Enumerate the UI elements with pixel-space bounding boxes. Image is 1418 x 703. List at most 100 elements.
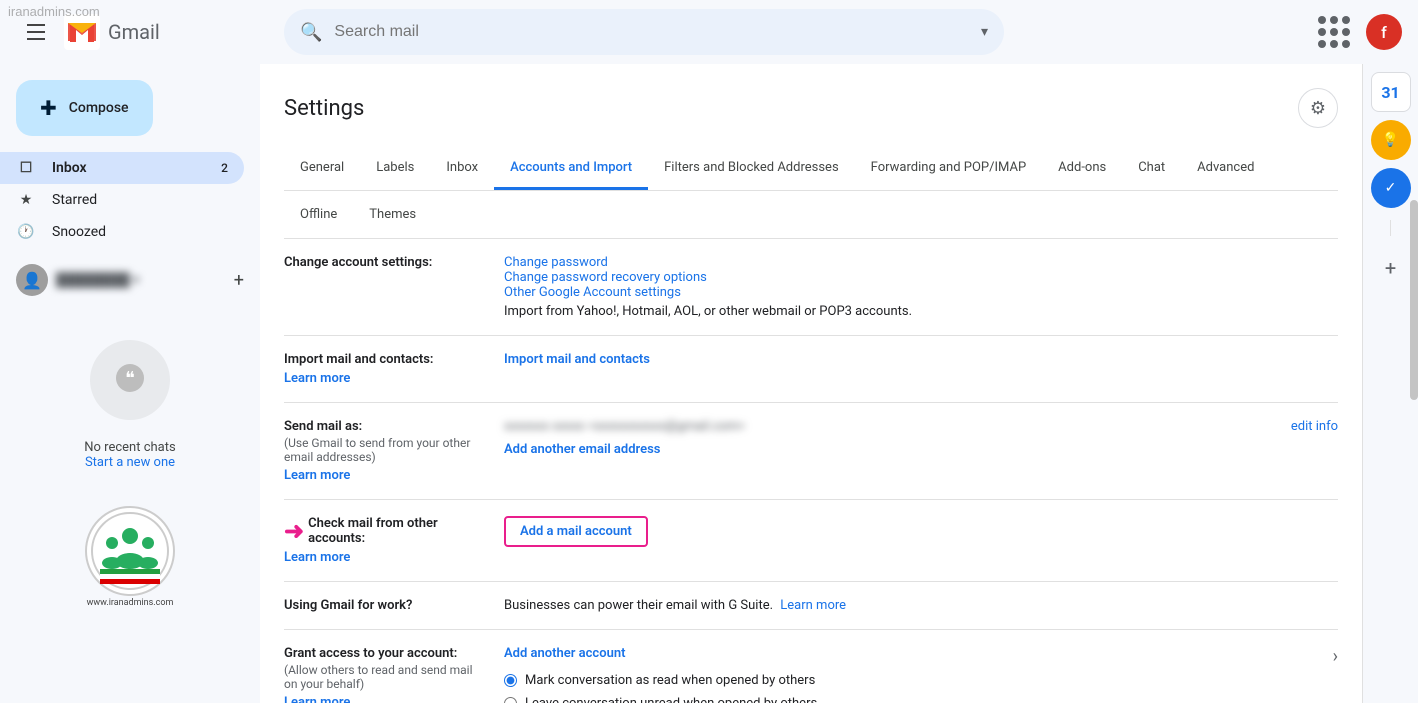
tab-general[interactable]: General	[284, 148, 360, 190]
search-bar[interactable]: 🔍 ▾	[284, 9, 1004, 55]
settings-title-row: Settings ⚙	[284, 88, 1338, 128]
compose-button[interactable]: ✚ Compose	[16, 80, 153, 136]
search-dropdown-icon[interactable]: ▾	[981, 24, 988, 40]
no-chats-text: No recent chats Start a new one	[16, 440, 244, 470]
sidebar-item-snoozed[interactable]: 🕐 Snoozed	[0, 216, 244, 248]
start-new-chat-link[interactable]: Start a new one	[85, 455, 175, 470]
settings-tabs: General Labels Inbox Accounts and Import…	[284, 148, 1338, 191]
gmail-logo-icon	[64, 14, 100, 50]
tab-labels[interactable]: Labels	[360, 148, 430, 190]
gear-icon: ⚙	[1310, 98, 1326, 119]
sidebar-item-starred[interactable]: ★ Starred	[0, 184, 244, 216]
tab-addons[interactable]: Add-ons	[1042, 148, 1122, 190]
radio-leave-unread[interactable]: Leave conversation unread when opened by…	[504, 696, 1317, 703]
chevron-right-icon: ›	[1333, 646, 1338, 667]
tab-accounts-import[interactable]: Accounts and Import	[494, 148, 648, 190]
topbar: Gmail 🔍 ▾ f	[0, 0, 1418, 64]
gmail-work-learn-more-link[interactable]: Learn more	[780, 598, 846, 613]
pink-arrow-icon: ➜	[284, 517, 304, 545]
other-google-link[interactable]: Other Google Account settings	[504, 285, 681, 300]
settings-gear-button[interactable]: ⚙	[1298, 88, 1338, 128]
radio-mark-read-label: Mark conversation as read when opened by…	[525, 673, 815, 688]
search-input[interactable]	[334, 23, 969, 41]
add-email-link[interactable]: Add another email address	[504, 442, 660, 457]
chat-section: ❝ No recent chats Start a new one	[0, 304, 260, 486]
radio-mark-read[interactable]: Mark conversation as read when opened by…	[504, 673, 1317, 688]
import-label: Import mail and contacts: Learn more	[284, 352, 504, 386]
hamburger-menu[interactable]	[16, 12, 56, 52]
account-avatar-icon: 👤	[22, 271, 42, 290]
radio-mark-read-input[interactable]	[504, 674, 517, 687]
divider	[1390, 220, 1391, 236]
tab-chat[interactable]: Chat	[1122, 148, 1181, 190]
sidebar-item-inbox[interactable]: ☐ Inbox 2	[0, 152, 244, 184]
compose-plus-icon: ✚	[40, 96, 57, 120]
account-label: ████████ ▾	[56, 272, 139, 288]
subtab-offline[interactable]: Offline	[284, 199, 353, 230]
add-mail-account-button[interactable]: Add a mail account	[504, 516, 648, 547]
grant-access-learn-more-link[interactable]: Learn more	[284, 695, 488, 703]
change-password-link[interactable]: Change password	[504, 255, 608, 270]
no-chats-icon: ❝	[90, 340, 170, 420]
starred-label: Starred	[52, 192, 228, 208]
check-mail-learn-more-link[interactable]: Learn more	[284, 550, 488, 565]
keep-icon[interactable]: ✓	[1371, 168, 1411, 208]
settings-container: Settings ⚙ General Labels Inbox Accounts…	[260, 64, 1362, 703]
topbar-left: Gmail	[16, 12, 276, 52]
import-description: Import from Yahoo!, Hotmail, AOL, or oth…	[504, 304, 1338, 319]
apps-grid-icon[interactable]	[1314, 12, 1354, 52]
radio-leave-unread-input[interactable]	[504, 697, 517, 703]
iranadmins-logo-svg	[90, 511, 170, 591]
import-mail-contacts-link[interactable]: Import mail and contacts	[504, 352, 650, 367]
inbox-count: 2	[221, 161, 228, 175]
import-learn-more-link[interactable]: Learn more	[284, 371, 488, 386]
layout: ✚ Compose ☐ Inbox 2 ★ Starred 🕐 Snoozed …	[0, 64, 1418, 703]
import-content: Import mail and contacts	[504, 352, 1338, 367]
scrollbar-thumb[interactable]	[1410, 200, 1418, 400]
tab-forwarding[interactable]: Forwarding and POP/IMAP	[855, 148, 1043, 190]
edit-info-link[interactable]: edit info	[1291, 419, 1338, 434]
subtabs-row: Offline Themes	[284, 191, 1338, 239]
settings-table: Change account settings: Change password…	[284, 239, 1338, 703]
account-avatar: 👤	[16, 264, 48, 296]
send-mail-label: Send mail as: (Use Gmail to send from yo…	[284, 419, 504, 483]
grant-access-content: Add another account Mark conversation as…	[504, 646, 1317, 703]
check-mail-label: ➜ Check mail from other accounts: Learn …	[284, 516, 504, 565]
svg-text:❝: ❝	[125, 368, 135, 389]
scrollbar-track[interactable]	[1410, 200, 1418, 400]
avatar[interactable]: f	[1366, 14, 1402, 50]
change-account-label: Change account settings:	[284, 255, 504, 270]
settings-row-grant-access: Grant access to your account: (Allow oth…	[284, 630, 1338, 703]
calendar-icon[interactable]: 31	[1371, 72, 1411, 112]
settings-row-send-mail: Send mail as: (Use Gmail to send from yo…	[284, 403, 1338, 500]
tab-advanced[interactable]: Advanced	[1181, 148, 1270, 190]
tab-filters[interactable]: Filters and Blocked Addresses	[648, 148, 855, 190]
subtab-themes[interactable]: Themes	[353, 199, 432, 230]
settings-row-gmail-work: Using Gmail for work? Businesses can pow…	[284, 582, 1338, 630]
starred-icon: ★	[16, 190, 36, 210]
gmail-work-content: Businesses can power their email with G …	[504, 598, 1338, 613]
iranadmins-logo	[85, 506, 175, 596]
send-mail-row: xxxxxxx xxxxx <xxxxxxxxxxx@gmail.com> ed…	[504, 419, 1338, 434]
radio-group: Mark conversation as read when opened by…	[504, 673, 1317, 703]
grant-access-sublabel: (Allow others to read and send mail on y…	[284, 663, 488, 691]
change-recovery-link[interactable]: Change password recovery options	[504, 270, 707, 285]
snoozed-label: Snoozed	[52, 224, 228, 240]
tab-inbox[interactable]: Inbox	[430, 148, 494, 190]
settings-row-check-mail: ➜ Check mail from other accounts: Learn …	[284, 500, 1338, 582]
send-mail-learn-more-link[interactable]: Learn more	[284, 468, 488, 483]
add-another-account-link[interactable]: Add another account	[504, 646, 625, 661]
add-right-panel-icon[interactable]: +	[1371, 248, 1411, 288]
sidebar: ✚ Compose ☐ Inbox 2 ★ Starred 🕐 Snoozed …	[0, 64, 260, 703]
main-content: Settings ⚙ General Labels Inbox Accounts…	[260, 64, 1362, 703]
account-row[interactable]: 👤 ████████ ▾ +	[0, 256, 260, 304]
chat-bubble-icon: ❝	[110, 360, 150, 400]
iranadmins-url: www.iranadmins.com	[0, 598, 260, 608]
gmail-text: Gmail	[108, 20, 160, 44]
add-account-icon[interactable]: +	[234, 270, 244, 291]
gmail-work-label: Using Gmail for work?	[284, 598, 504, 613]
change-account-content: Change password Change password recovery…	[504, 255, 1338, 319]
tasks-icon[interactable]: 💡	[1371, 120, 1411, 160]
topbar-right: f	[1314, 12, 1402, 52]
settings-row-import: Import mail and contacts: Learn more Imp…	[284, 336, 1338, 403]
